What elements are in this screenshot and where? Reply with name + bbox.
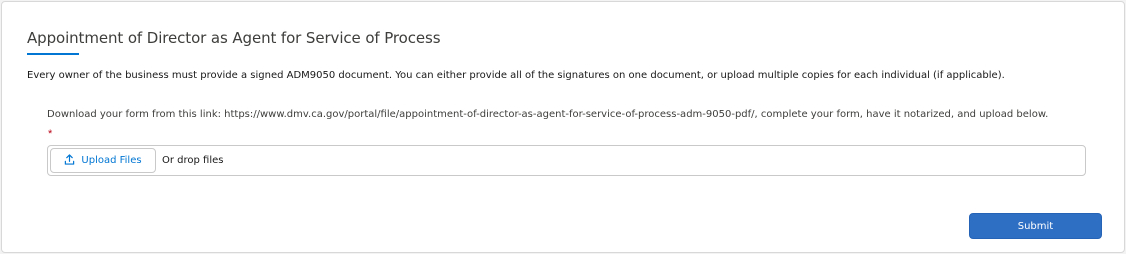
form-card: Appointment of Director as Agent for Ser… bbox=[1, 1, 1125, 253]
drop-files-text: Or drop files bbox=[162, 155, 224, 166]
download-prefix: Download your form from this link: bbox=[47, 109, 225, 120]
upload-files-label: Upload Files bbox=[81, 155, 142, 166]
section-title: Appointment of Director as Agent for Ser… bbox=[27, 29, 441, 47]
intro-text: Every owner of the business must provide… bbox=[27, 70, 1005, 81]
file-dropzone[interactable]: Upload Files Or drop files bbox=[47, 145, 1086, 176]
upload-icon bbox=[64, 153, 75, 168]
download-suffix: , complete your form, have it notarized,… bbox=[754, 109, 1049, 120]
download-instructions: Download your form from this link: https… bbox=[47, 109, 1048, 120]
required-marker: * bbox=[48, 128, 53, 140]
download-link[interactable]: https://www.dmv.ca.gov/portal/file/appoi… bbox=[224, 109, 754, 120]
title-underline bbox=[27, 53, 79, 55]
submit-button[interactable]: Submit bbox=[969, 213, 1102, 239]
upload-files-button[interactable]: Upload Files bbox=[50, 148, 156, 173]
